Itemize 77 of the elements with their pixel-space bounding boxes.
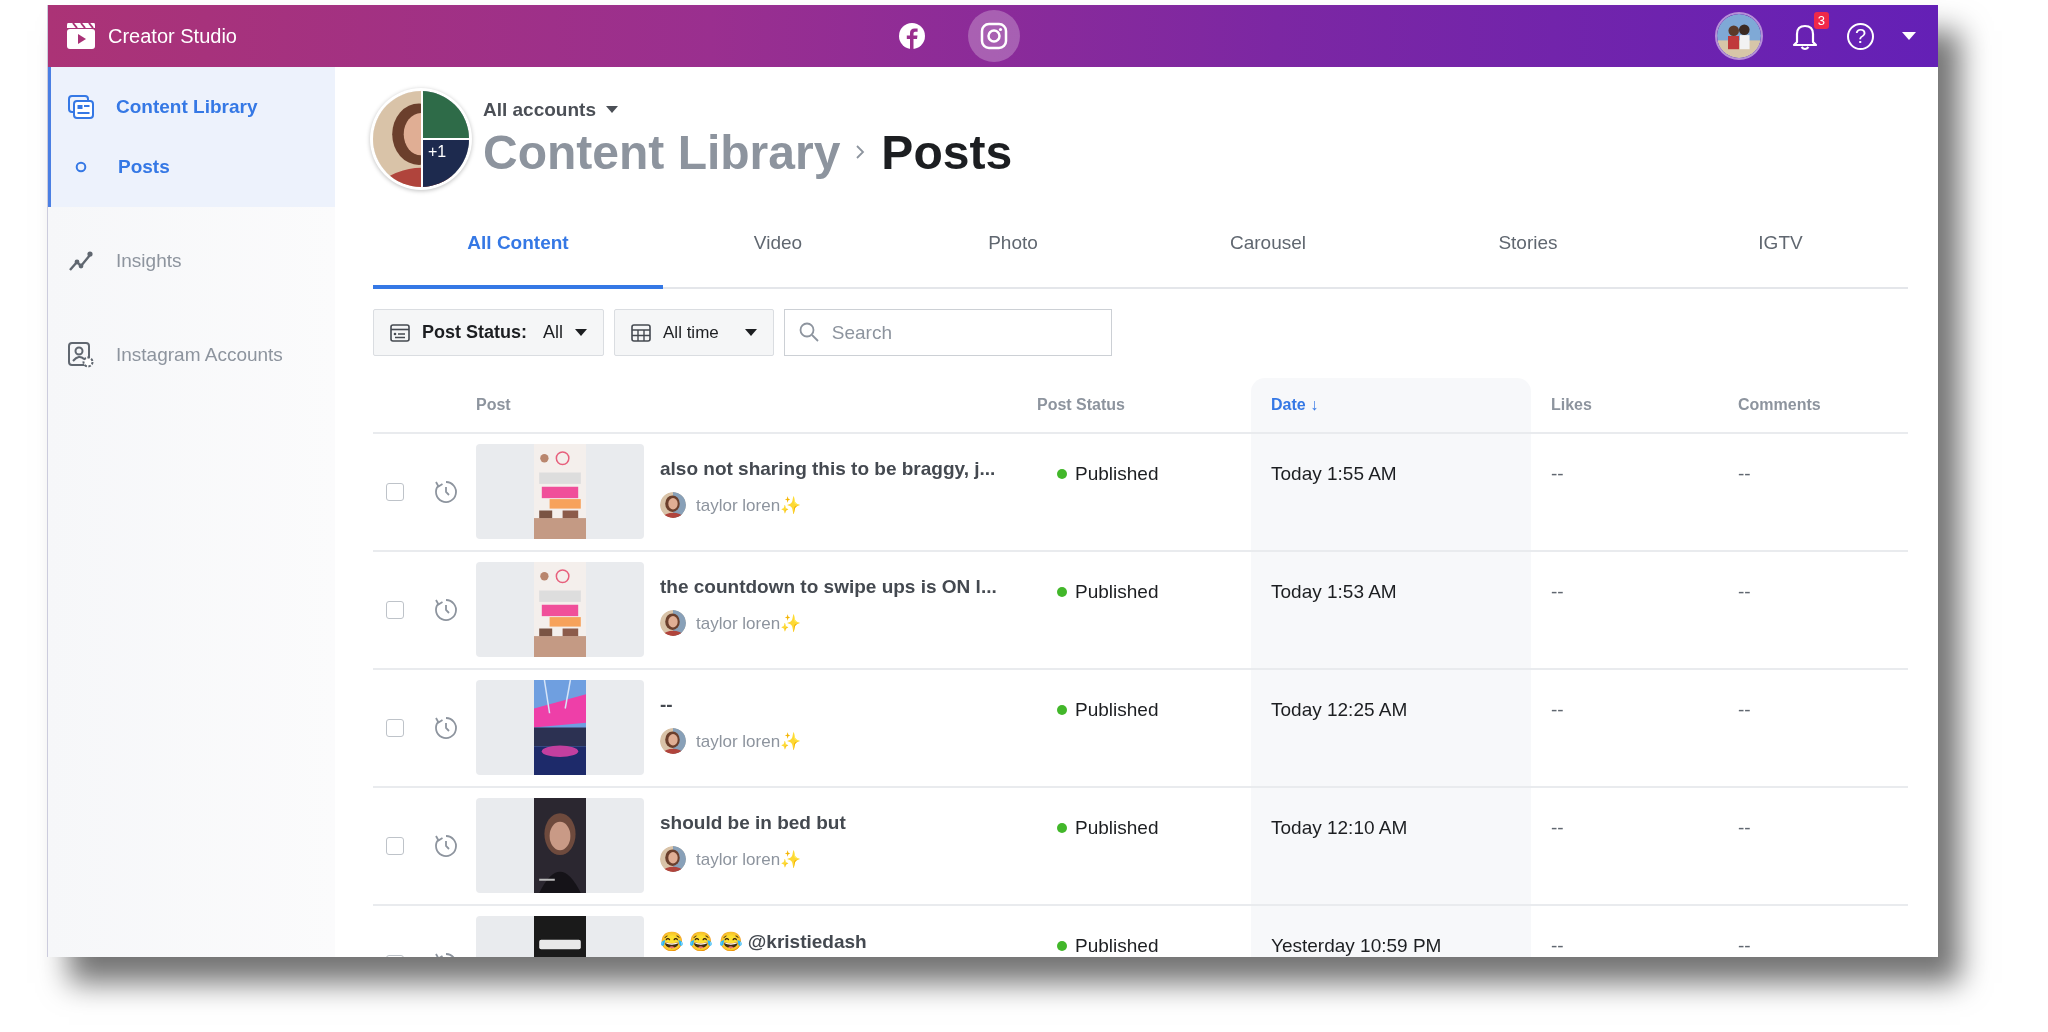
column-header[interactable]: Post	[476, 378, 1037, 432]
column-header[interactable]: Likes	[1531, 378, 1718, 432]
post-caption[interactable]: also not sharing this to be braggy, j...	[660, 458, 996, 480]
page-title: Posts	[881, 124, 1013, 180]
accounts-icon	[68, 342, 94, 368]
menu-caret-icon[interactable]	[1902, 31, 1916, 41]
history-icon	[433, 479, 459, 505]
status-icon	[390, 323, 410, 342]
author-name: taylor loren✨	[696, 848, 802, 870]
author-name: taylor loren✨	[696, 612, 802, 634]
caret-icon	[575, 328, 588, 337]
likes-count: --	[1551, 935, 1564, 956]
history-icon	[433, 597, 459, 623]
notification-badge: 3	[1813, 12, 1829, 29]
status-text: Published	[1075, 817, 1159, 839]
account-count: +1	[428, 143, 447, 161]
clapperboard-icon[interactable]	[66, 22, 96, 50]
comments-count: --	[1738, 699, 1751, 720]
breadcrumb-link[interactable]: Content Library	[483, 124, 841, 180]
column-header[interactable]: Comments	[1718, 378, 1908, 432]
likes-count: --	[1551, 581, 1564, 602]
likes-count: --	[1551, 817, 1564, 838]
post-caption[interactable]: the countdown to swipe ups is ON l...	[660, 576, 997, 598]
column-header[interactable]: Post Status	[1037, 378, 1251, 432]
content-tab[interactable]: Photo	[893, 209, 1133, 289]
app-title: Creator Studio	[108, 24, 237, 48]
date-filter[interactable]: All time	[614, 309, 774, 356]
search-field[interactable]: Search	[783, 309, 1112, 356]
column-header[interactable]: Date ↓	[1251, 378, 1531, 432]
history-icon	[433, 833, 459, 859]
comments-count: --	[1738, 581, 1751, 602]
content-tab[interactable]: Video	[663, 209, 893, 289]
caret-icon	[744, 328, 757, 337]
instagram-icon	[980, 22, 1008, 50]
calendar-icon	[631, 323, 652, 342]
row-checkbox[interactable]	[386, 837, 404, 855]
history-icon	[433, 715, 459, 741]
sidebar-subitem[interactable]: Posts	[51, 137, 335, 197]
likes-count: --	[1551, 463, 1564, 484]
row-checkbox[interactable]	[386, 601, 404, 619]
status-text: Published	[1075, 699, 1159, 721]
date-text: Today 1:55 AM	[1271, 463, 1397, 484]
insights-icon	[68, 250, 94, 272]
content-tab[interactable]: All Content	[373, 209, 663, 289]
comments-count: --	[1738, 935, 1751, 956]
date-text: Yesterday 10:59 PM	[1271, 935, 1442, 956]
facebook-icon	[899, 23, 925, 49]
content-tab[interactable]: Carousel	[1133, 209, 1403, 289]
row-checkbox[interactable]	[386, 719, 404, 737]
date-text: Today 1:53 AM	[1271, 581, 1397, 602]
status-text: Published	[1075, 581, 1159, 603]
chevron-right-icon	[856, 145, 866, 159]
status-text: Published	[1075, 463, 1159, 485]
author-name: taylor loren✨	[696, 730, 802, 752]
row-checkbox[interactable]	[386, 483, 404, 501]
content-tab[interactable]: Stories	[1403, 209, 1653, 289]
instagram-tab[interactable]	[968, 10, 1020, 62]
content-tab[interactable]: IGTV	[1653, 209, 1908, 289]
author-name: taylor loren✨	[696, 494, 802, 516]
account-dropdown[interactable]: All accounts	[483, 98, 1013, 121]
post-caption[interactable]: should be in bed but	[660, 812, 846, 834]
comments-count: --	[1738, 817, 1751, 838]
help-button[interactable]: ?	[1847, 22, 1874, 50]
sidebar-item[interactable]: Instagram Accounts	[51, 325, 335, 385]
post-status-filter[interactable]: Post Status: All	[373, 309, 605, 356]
comments-count: --	[1738, 463, 1751, 484]
library-icon	[68, 95, 94, 119]
caret-icon	[606, 105, 618, 114]
post-caption[interactable]: --	[660, 694, 802, 716]
sidebar-item[interactable]: Insights	[51, 231, 335, 291]
likes-count: --	[1551, 699, 1564, 720]
sidebar-item[interactable]: Content Library	[51, 77, 335, 137]
date-text: Today 12:10 AM	[1271, 817, 1408, 838]
search-icon	[798, 322, 819, 342]
circle-icon	[75, 161, 87, 173]
status-text: Published	[1075, 935, 1159, 957]
date-text: Today 12:25 AM	[1271, 699, 1408, 720]
